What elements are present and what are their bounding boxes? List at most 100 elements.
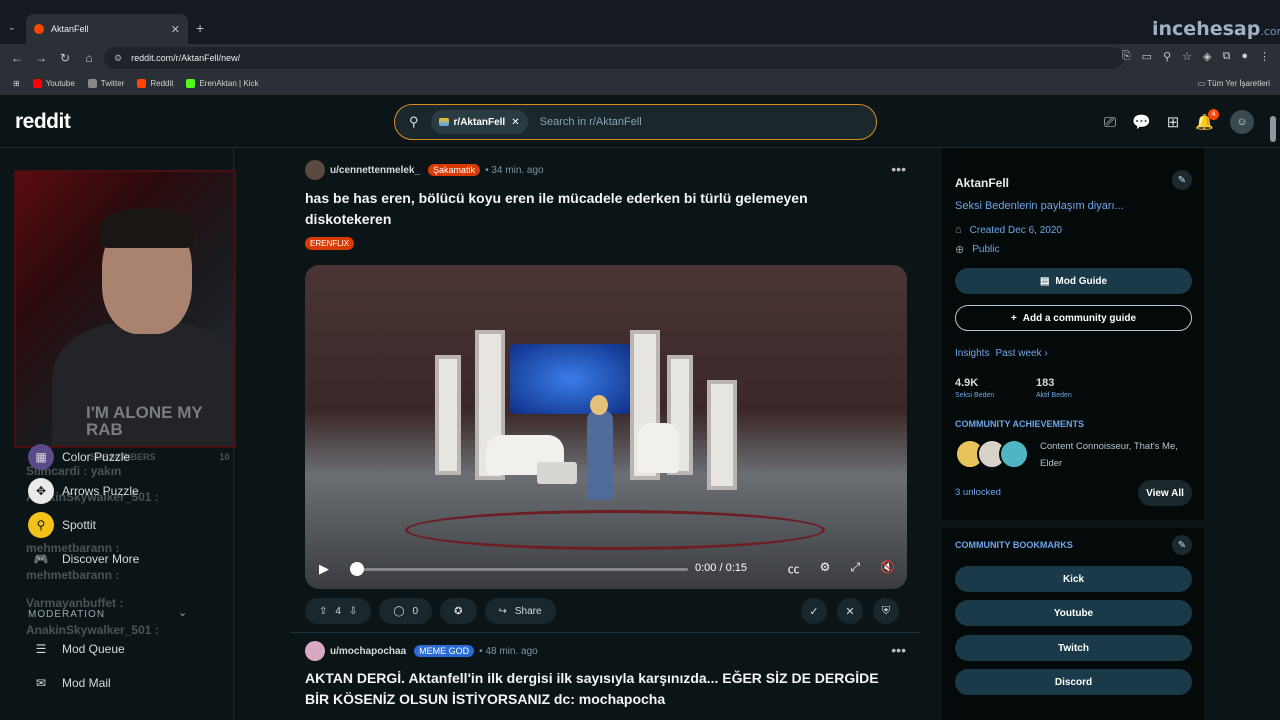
gamepad-icon: 🎮 bbox=[33, 552, 49, 566]
remove-chip-icon[interactable]: ✕ bbox=[511, 117, 519, 128]
upvote-icon[interactable]: ⇧ bbox=[319, 606, 327, 617]
bookmark-twitch-button[interactable]: Twitch bbox=[955, 635, 1192, 661]
kick-icon bbox=[186, 79, 196, 88]
edit-icon[interactable]: ✎ bbox=[1172, 170, 1192, 190]
insights-link[interactable]: Insights Past week › bbox=[955, 348, 1048, 359]
add-guide-button[interactable]: + Add a community guide bbox=[955, 305, 1192, 331]
scrollbar[interactable] bbox=[1270, 116, 1276, 142]
reddit-header: reddit ⚲ r/AktanFell ✕ Search in r/Aktan… bbox=[0, 96, 1280, 148]
search-subreddit-chip[interactable]: r/AktanFell ✕ bbox=[430, 110, 528, 134]
chevron-down-icon[interactable]: ⌄ bbox=[178, 606, 187, 619]
search-icon: ⚲ bbox=[409, 114, 419, 129]
nav-spottit[interactable]: ⚲ Spottit bbox=[0, 510, 234, 540]
chat-line: Varmayanbuffet : bbox=[26, 596, 124, 610]
reddit-logo[interactable]: reddit bbox=[15, 110, 71, 134]
card-gap bbox=[942, 520, 1204, 528]
view-all-button[interactable]: View All bbox=[1138, 480, 1192, 506]
cast-icon[interactable]: ▭ bbox=[1142, 50, 1152, 63]
notifications-icon[interactable]: 🔔 4 bbox=[1195, 109, 1219, 131]
nav-mod-mail[interactable]: ✉ Mod Mail bbox=[0, 668, 234, 698]
forward-icon[interactable]: → bbox=[34, 51, 48, 65]
comments-button[interactable]: ◯ 0 bbox=[379, 598, 433, 624]
all-bookmarks[interactable]: ▭ Tüm Yer İşaretleri bbox=[1198, 79, 1270, 88]
play-icon[interactable]: ▶ bbox=[319, 561, 329, 577]
bookmark-kick[interactable]: ErenAktan | Kick bbox=[186, 79, 258, 88]
mod-guide-button[interactable]: ▤ Mod Guide bbox=[955, 268, 1192, 294]
achievement-icon bbox=[999, 439, 1029, 469]
create-post-icon[interactable]: ⊞ bbox=[1167, 113, 1180, 131]
share-icon: ↪ bbox=[498, 605, 507, 617]
nav-arrows-puzzle[interactable]: ✥ Arrows Puzzle bbox=[0, 476, 234, 506]
stage-panel bbox=[707, 380, 737, 490]
browser-tab[interactable]: AktanFell ✕ bbox=[26, 14, 188, 44]
settings-icon[interactable]: ⚙ bbox=[820, 560, 831, 577]
search-bar[interactable]: ⚲ r/AktanFell ✕ Search in r/AktanFell bbox=[394, 104, 877, 140]
new-tab-icon[interactable]: + bbox=[196, 20, 204, 36]
puzzle-icon[interactable]: ⧉ bbox=[1222, 50, 1230, 63]
downvote-icon[interactable]: ⇩ bbox=[349, 606, 357, 617]
chat-icon[interactable]: 💬 bbox=[1132, 113, 1151, 131]
video-player[interactable]: ▶ 0:00 / 0:15 ㏄ ⚙ ⤢ 🔇 bbox=[305, 265, 907, 589]
edit-bookmarks-icon[interactable]: ✎ bbox=[1172, 535, 1192, 555]
apps-icon[interactable]: ⊞ bbox=[13, 79, 20, 88]
notification-badge: 4 bbox=[1208, 109, 1219, 120]
avatar[interactable] bbox=[305, 641, 325, 661]
post-menu-icon[interactable]: ••• bbox=[891, 642, 906, 658]
extension-icon[interactable]: ◈ bbox=[1203, 50, 1211, 63]
post-author[interactable]: u/cennettenmelek_ bbox=[330, 165, 420, 176]
approve-icon[interactable]: ✓ bbox=[801, 598, 827, 624]
profile-icon[interactable]: ● bbox=[1241, 50, 1248, 63]
post-flair-tag[interactable]: ERENFLIX bbox=[305, 237, 355, 250]
bookmark-youtube[interactable]: Youtube bbox=[32, 79, 75, 88]
video-scrubber[interactable] bbox=[350, 562, 364, 576]
post-author[interactable]: u/mochapochaa bbox=[330, 646, 406, 657]
tab-search-icon[interactable]: ⌄ bbox=[8, 22, 16, 33]
reddit-favicon-icon bbox=[34, 24, 44, 34]
home-icon[interactable]: ⌂ bbox=[82, 51, 96, 65]
moderation-header[interactable]: MODERATION bbox=[28, 609, 105, 620]
bookmark-youtube-button[interactable]: Youtube bbox=[955, 600, 1192, 626]
reddit-icon bbox=[137, 79, 147, 88]
nav-mod-queue[interactable]: ☰ Mod Queue bbox=[0, 634, 234, 664]
reload-icon[interactable]: ↻ bbox=[58, 51, 72, 65]
remove-icon[interactable]: ✕ bbox=[837, 598, 863, 624]
nav-discover-more[interactable]: 🎮 Discover More bbox=[0, 544, 234, 574]
bookmark-discord-button[interactable]: Discord bbox=[955, 669, 1192, 695]
url-field[interactable]: ⚙ reddit.com/r/AktanFell/new/ bbox=[104, 47, 1124, 69]
shield-icon[interactable]: ⛨ bbox=[873, 598, 899, 624]
video-progress-bar[interactable] bbox=[358, 568, 688, 571]
translate-icon[interactable]: ⎘ bbox=[1122, 50, 1131, 63]
award-button[interactable]: ✪ bbox=[440, 598, 477, 624]
bookmark-reddit[interactable]: Reddit bbox=[137, 79, 173, 88]
search-input[interactable]: Search in r/AktanFell bbox=[540, 116, 642, 128]
fullscreen-icon[interactable]: ⤢ bbox=[850, 560, 860, 577]
header-actions: ⎚ 💬 ⊞ 🔔 4 ☺ bbox=[1104, 109, 1254, 134]
nav-color-puzzle[interactable]: ▦ Color Puzzle bbox=[0, 442, 234, 472]
bookmark-kick-button[interactable]: Kick bbox=[955, 566, 1192, 592]
back-icon[interactable]: ← bbox=[10, 51, 24, 65]
zoom-icon[interactable]: ⚲ bbox=[1163, 50, 1171, 63]
mute-icon[interactable]: 🔇 bbox=[880, 560, 895, 577]
right-sidebar: AktanFell ✎ Seksi Bedenlerin paylaşım di… bbox=[942, 148, 1204, 720]
achievement-icons bbox=[955, 439, 1029, 469]
captions-icon[interactable]: ㏄ bbox=[788, 560, 800, 577]
post-title[interactable]: AKTAN DERGİ. Aktanfell'in ilk dergisi il… bbox=[305, 668, 905, 710]
visibility: ⊕ Public bbox=[955, 244, 1000, 256]
close-tab-icon[interactable]: ✕ bbox=[171, 23, 180, 36]
stage-table bbox=[537, 462, 577, 484]
menu-icon[interactable]: ⋮ bbox=[1259, 50, 1270, 63]
avatar[interactable] bbox=[305, 160, 325, 180]
post-menu-icon[interactable]: ••• bbox=[891, 161, 906, 177]
post-time: • 34 min. ago bbox=[485, 164, 544, 176]
site-info-icon[interactable]: ⚙ bbox=[114, 53, 122, 64]
book-icon: ▤ bbox=[1039, 275, 1050, 287]
share-button[interactable]: ↪ Share bbox=[484, 598, 556, 624]
mod-actions: ✓ ✕ ⛨ bbox=[801, 598, 899, 624]
bookmarks-bar: ⊞ Youtube Twitter Reddit ErenAktan | Kic… bbox=[0, 72, 1280, 96]
user-avatar[interactable]: ☺ bbox=[1230, 110, 1254, 134]
advertise-icon[interactable]: ⎚ bbox=[1104, 114, 1116, 131]
bookmark-twitter[interactable]: Twitter bbox=[87, 79, 124, 88]
post-title[interactable]: has be has eren, bölücü koyu eren ile mü… bbox=[305, 188, 885, 230]
video-icons: ㏄ ⚙ ⤢ 🔇 bbox=[788, 560, 895, 577]
bookmark-star-icon[interactable]: ☆ bbox=[1182, 50, 1192, 63]
